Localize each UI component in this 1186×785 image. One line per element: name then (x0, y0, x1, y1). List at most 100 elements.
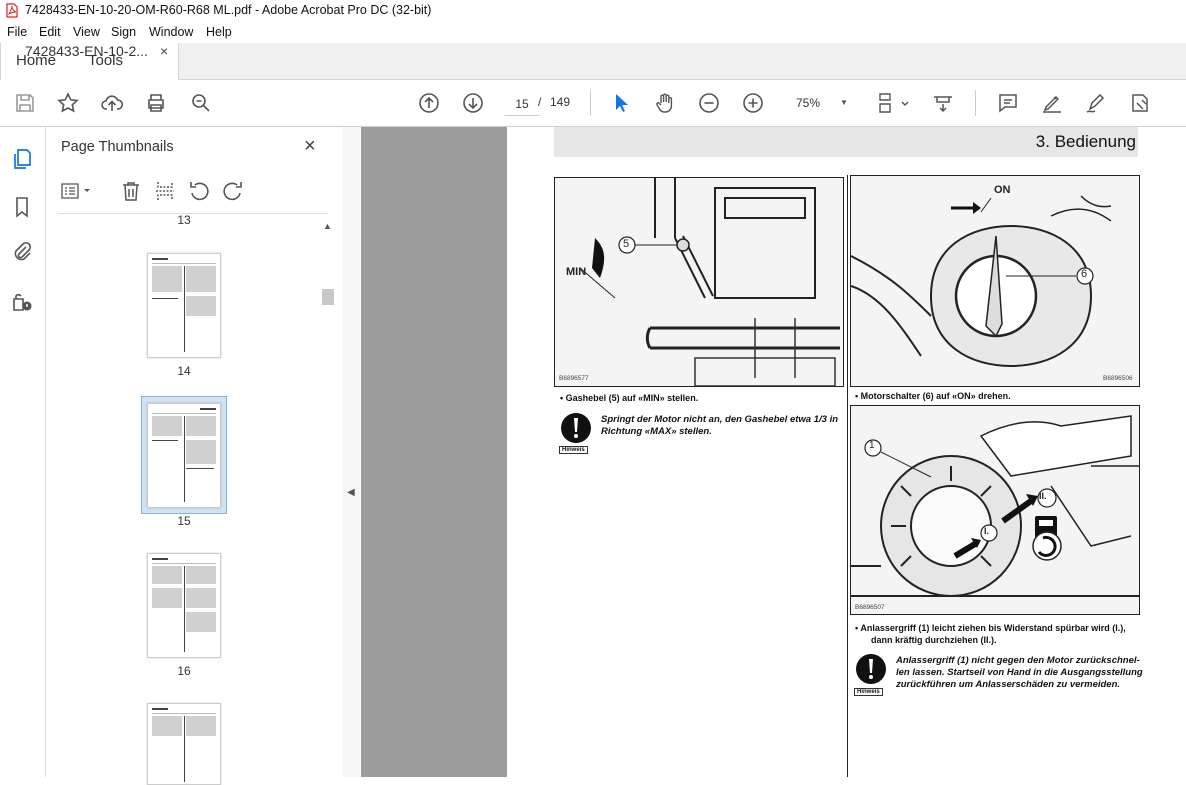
highlight-pen-icon[interactable] (1040, 91, 1064, 115)
sign-pen-icon[interactable] (1084, 91, 1108, 115)
thumbnail-page-16[interactable] (147, 553, 221, 658)
delete-icon[interactable] (119, 179, 143, 203)
thumbnail-label-15: 15 (177, 514, 191, 528)
save-icon[interactable] (13, 91, 37, 115)
menu-view[interactable]: View (73, 25, 100, 39)
panel-collapse-strip[interactable]: ◀ (342, 127, 360, 777)
tab-document-label: 7428433-EN-10-2... (25, 43, 148, 59)
zoom-dropdown[interactable]: 75% ▼ (788, 92, 852, 114)
thumbnail-label-14: 14 (177, 364, 191, 378)
search-zoom-icon[interactable] (189, 91, 213, 115)
callout-6: 6 (1081, 268, 1088, 280)
fit-page-icon[interactable] (876, 91, 912, 115)
chapter-header: 3. Bedienung (554, 127, 1138, 157)
min-label: MIN (566, 266, 587, 278)
starter-handle-illustration (851, 406, 1139, 614)
select-cursor-icon[interactable] (609, 91, 633, 115)
hinweis-label: Hinweis (854, 688, 883, 696)
thumbnail-label-16: 16 (177, 664, 191, 678)
rotate-left-icon[interactable] (187, 179, 211, 203)
attachment-icon[interactable] (10, 240, 34, 264)
comment-icon[interactable] (996, 91, 1020, 115)
rotate-right-icon[interactable] (221, 179, 245, 203)
zoom-out-icon[interactable] (697, 91, 721, 115)
page-thumbnails-icon[interactable] (10, 147, 34, 171)
instruction-starter-line2: dann kräftig durchziehen (II.). (871, 635, 997, 645)
zoom-in-icon[interactable] (741, 91, 765, 115)
engine-throttle-illustration (555, 178, 843, 386)
warning-icon (561, 413, 591, 443)
instruction-switch: • Motorschalter (6) auf «ON» drehen. (855, 391, 1011, 401)
scroll-up-icon[interactable]: ▲ (323, 221, 332, 231)
menu-bar: File Edit View Sign Window Help (0, 22, 1186, 43)
star-icon[interactable] (56, 91, 80, 115)
acrobat-icon (6, 3, 18, 18)
thumbnail-label-13: 13 (177, 213, 191, 227)
thumbnail-page-15[interactable] (147, 403, 221, 508)
callout-1: 1 (869, 440, 875, 451)
close-tab-icon[interactable]: × (160, 43, 168, 59)
insert-page-icon[interactable] (153, 179, 177, 203)
hand-tool-icon[interactable] (653, 91, 677, 115)
collapse-left-icon[interactable]: ◀ (347, 487, 355, 498)
instruction-throttle: • Gashebel (5) auf «MIN» stellen. (560, 393, 699, 403)
previous-page-icon[interactable] (417, 91, 441, 115)
scroll-mode-icon[interactable] (931, 91, 955, 115)
bookmark-icon[interactable] (10, 195, 34, 219)
navigation-rail (0, 127, 46, 777)
step-1-label: I. (984, 526, 990, 536)
warning-icon (856, 654, 886, 684)
chevron-down-icon: ▼ (840, 98, 848, 107)
page-separator: / (538, 95, 542, 109)
note-starter-line2: len lassen. Startseil von Hand in die Au… (896, 667, 1143, 678)
toolbar: / 149 75% ▼ (0, 80, 1186, 127)
callout-5: 5 (623, 238, 630, 250)
tab-bar: Home Tools 7428433-EN-10-2... × (0, 43, 1186, 80)
figure-engine-switch: ON 6 B6896506 (850, 175, 1140, 387)
pdf-page: 3. Bedienung 5 MIN B6896577 ON 6 B689650… (507, 127, 1186, 777)
zoom-value: 75% (796, 96, 821, 110)
note-starter-line3: zurückführen um Anlasserschäden zu verme… (896, 679, 1121, 690)
chapter-title: 3. Bedienung (1035, 132, 1136, 151)
thumbnail-scrollbar[interactable]: ▲ (320, 219, 334, 777)
window-title: 7428433-EN-10-20-OM-R60-R68 ML.pdf - Ado… (25, 3, 432, 17)
thumbnail-toolbar (46, 173, 342, 214)
document-viewport[interactable]: 3. Bedienung 5 MIN B6896577 ON 6 B689650… (361, 127, 1186, 777)
note-throttle-line2: Richtung «MAX» stellen. (601, 426, 712, 437)
figure-starter-handle: 1 I. II. B6896507 (850, 405, 1140, 615)
on-label: ON (994, 184, 1011, 196)
figure-code: B6896577 (559, 375, 589, 382)
thumbnail-options-icon[interactable] (60, 181, 94, 201)
engine-switch-illustration (851, 176, 1139, 386)
instruction-starter-line1: • Anlassergriff (1) leicht ziehen bis Wi… (855, 623, 1126, 633)
thumbnails-panel: Page Thumbnails × ▲ 13 14 15 16 (46, 127, 343, 785)
figure-code: B6896507 (855, 604, 885, 611)
panel-title: Page Thumbnails (61, 139, 174, 155)
close-panel-icon[interactable]: × (304, 135, 316, 158)
next-page-icon[interactable] (461, 91, 485, 115)
upload-cloud-icon[interactable] (100, 91, 124, 115)
column-divider (847, 175, 848, 777)
menu-edit[interactable]: Edit (39, 25, 61, 39)
step-2-label: II. (1039, 491, 1047, 501)
page-number-input[interactable] (504, 92, 540, 116)
hinweis-label: Hinweis (559, 446, 588, 454)
toolbar-divider (975, 90, 976, 116)
print-icon[interactable] (144, 91, 168, 115)
thumbnail-page-17[interactable] (147, 703, 221, 785)
thumbnail-page-14[interactable] (147, 253, 221, 358)
toolbar-divider (590, 90, 591, 116)
layers-security-icon[interactable] (10, 289, 34, 313)
scroll-thumb[interactable] (322, 289, 334, 305)
title-bar: 7428433-EN-10-20-OM-R60-R68 ML.pdf - Ado… (0, 0, 1186, 22)
menu-help[interactable]: Help (206, 25, 232, 39)
redact-tools-icon[interactable] (1128, 91, 1152, 115)
figure-throttle-lever: 5 MIN B6896577 (554, 177, 844, 387)
note-starter-line1: Anlassergriff (1) nicht gegen den Motor … (896, 655, 1140, 666)
page-total: 149 (550, 95, 571, 109)
menu-file[interactable]: File (7, 25, 27, 39)
menu-window[interactable]: Window (149, 25, 193, 39)
menu-sign[interactable]: Sign (111, 25, 136, 39)
note-throttle-line1: Springt der Motor nicht an, den Gashebel… (601, 414, 839, 425)
figure-code: B6896506 (1103, 375, 1133, 382)
